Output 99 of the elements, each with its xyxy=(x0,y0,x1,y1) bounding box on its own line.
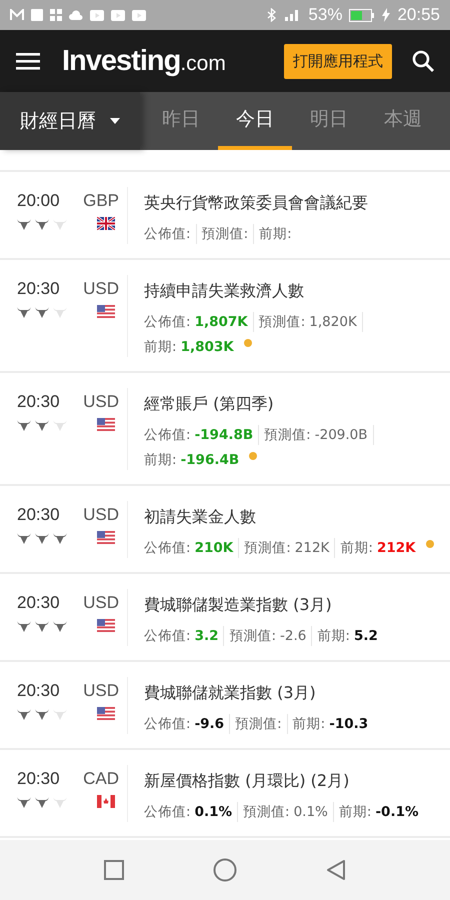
menu-icon[interactable] xyxy=(16,52,40,70)
event-time: 20:30 xyxy=(17,593,60,613)
bull-icon xyxy=(35,532,49,544)
event-figure: 預測值: 212K xyxy=(244,538,336,558)
event-row[interactable]: 20:30 USD 持續申請失業救濟人數 公佈值: 1,807K 預測值: 1,820K 前期: 1,803K xyxy=(0,260,450,373)
bull-icon xyxy=(35,306,49,318)
bull-icon xyxy=(17,418,31,430)
currency-code: GBP xyxy=(83,191,119,211)
bull-icon xyxy=(17,306,31,318)
currency-code: USD xyxy=(83,681,119,701)
event-figure: 預測值: xyxy=(235,714,288,734)
bull-icon xyxy=(17,796,31,808)
event-time: 20:00 xyxy=(17,191,60,211)
event-time: 20:30 xyxy=(17,279,60,299)
home-icon[interactable] xyxy=(212,858,237,882)
bull-icon xyxy=(53,796,67,808)
event-figure: 前期: xyxy=(259,225,293,244)
event-title: 持續申請失業救濟人數 xyxy=(144,281,305,302)
event-row[interactable]: 20:30 USD 費城聯儲製造業指數 (3月) 公佈值: 3.2 預測值: -2.6 前期: 5.2 xyxy=(0,574,450,662)
video-icon xyxy=(111,10,125,20)
event-figure: 預測值: xyxy=(202,224,254,244)
open-app-button[interactable]: 打開應用程式 xyxy=(284,44,392,78)
event-title: 英央行貨幣政策委員會會議紀要 xyxy=(144,193,369,214)
logo-wordmark[interactable]: Investing xyxy=(62,44,180,78)
event-figure: 預測值: -2.6 xyxy=(229,626,312,646)
bull-icon xyxy=(35,418,49,430)
event-figure: 預測值: -209.0B xyxy=(264,425,374,445)
flag-icon xyxy=(97,305,115,318)
event-title: 新屋價格指數 (月環比) (2月) xyxy=(144,771,350,792)
event-figure: 預測值: 0.1% xyxy=(243,802,334,822)
bluetooth-icon xyxy=(267,8,276,22)
event-figure: 前期: -10.3 xyxy=(292,715,370,734)
bull-icon xyxy=(17,218,31,230)
date-tab[interactable]: 今日 xyxy=(218,92,292,150)
event-time: 20:30 xyxy=(17,505,60,525)
currency-code: USD xyxy=(83,593,119,613)
back-icon[interactable] xyxy=(326,859,346,881)
bull-icon xyxy=(17,532,31,544)
bull-icon xyxy=(35,620,49,632)
event-figure: 前期: -196.4B xyxy=(144,451,240,470)
flag-icon xyxy=(97,795,115,808)
event-figure: 前期: 1,803K xyxy=(144,338,235,357)
bull-icon xyxy=(53,620,67,632)
battery-icon xyxy=(349,8,376,22)
bull-icon xyxy=(53,418,67,430)
charging-icon xyxy=(382,8,390,22)
bull-icon xyxy=(53,532,67,544)
flag-icon xyxy=(97,531,115,544)
flag-icon xyxy=(97,619,115,632)
event-figure: 公佈值: 0.1% xyxy=(144,802,238,822)
currency-code: USD xyxy=(83,505,119,525)
calendar-dropdown[interactable]: 財經日曆 xyxy=(0,92,140,150)
event-time: 20:30 xyxy=(17,681,60,701)
event-figure: 前期: 5.2 xyxy=(317,627,379,646)
currency-code: USD xyxy=(83,392,119,412)
flag-icon xyxy=(97,418,115,431)
bull-icon xyxy=(17,708,31,720)
event-figure: 前期: 212K xyxy=(340,539,417,558)
recents-icon[interactable] xyxy=(104,860,124,880)
event-figure: 公佈值: xyxy=(144,224,197,244)
event-title: 費城聯儲就業指數 (3月) xyxy=(144,683,317,704)
logo-domain[interactable]: .com xyxy=(180,52,226,76)
bull-icon xyxy=(53,306,67,318)
event-title: 費城聯儲製造業指數 (3月) xyxy=(144,595,333,616)
cloud-icon xyxy=(69,10,83,20)
video-icon xyxy=(90,10,104,20)
event-row[interactable]: 20:30 USD 經常賬戶 (第四季) 公佈值: -194.8B 預測值: -209.0B 前期: -196.4B xyxy=(0,373,450,486)
event-figure: 公佈值: -194.8B xyxy=(144,425,260,445)
event-row[interactable]: 20:30 USD 初請失業金人數 公佈值: 210K 預測值: 212K 前期: 212K xyxy=(0,486,450,574)
bull-icon xyxy=(35,796,49,808)
bull-icon xyxy=(53,708,67,720)
event-figure: 公佈值: -9.6 xyxy=(144,714,230,734)
event-figure: 預測值: 1,820K xyxy=(258,312,363,332)
bull-icon xyxy=(35,218,49,230)
flag-icon xyxy=(97,217,115,230)
bull-icon xyxy=(17,620,31,632)
apps-icon xyxy=(50,9,62,21)
video-icon xyxy=(132,10,146,20)
dropdown-caret-icon xyxy=(110,118,120,124)
event-time: 20:30 xyxy=(17,392,60,412)
event-figure: 公佈值: 1,807K xyxy=(144,312,254,332)
bull-icon xyxy=(53,218,67,230)
currency-code: CAD xyxy=(83,769,119,789)
event-figure: 公佈值: 210K xyxy=(144,538,240,558)
event-title: 初請失業金人數 xyxy=(144,507,257,528)
event-row[interactable]: 20:30 USD 費城聯儲就業指數 (3月) 公佈值: -9.6 預測值: 前期: -10.3 xyxy=(0,662,450,750)
event-time: 20:30 xyxy=(17,769,60,789)
event-figure: 前期: -0.1% xyxy=(338,803,420,822)
search-icon[interactable] xyxy=(412,50,434,72)
currency-code: USD xyxy=(83,279,119,299)
bull-icon xyxy=(35,708,49,720)
event-title: 經常賬戶 (第四季) xyxy=(144,394,275,415)
flag-icon xyxy=(97,707,115,720)
event-row[interactable]: 20:00 GBP 英央行貨幣政策委員會會議紀要 公佈值: 預測值: 前期: xyxy=(0,172,450,260)
battery-percent: 53% xyxy=(308,5,342,25)
event-row[interactable]: 20:30 CAD 新屋價格指數 (月環比) (2月) 公佈值: 0.1% 預測值: 0.1% 前期: -0.1% xyxy=(0,750,450,838)
clock: 20:55 xyxy=(397,5,440,25)
event-figure: 公佈值: 3.2 xyxy=(144,626,224,646)
mail-icon xyxy=(10,9,24,21)
